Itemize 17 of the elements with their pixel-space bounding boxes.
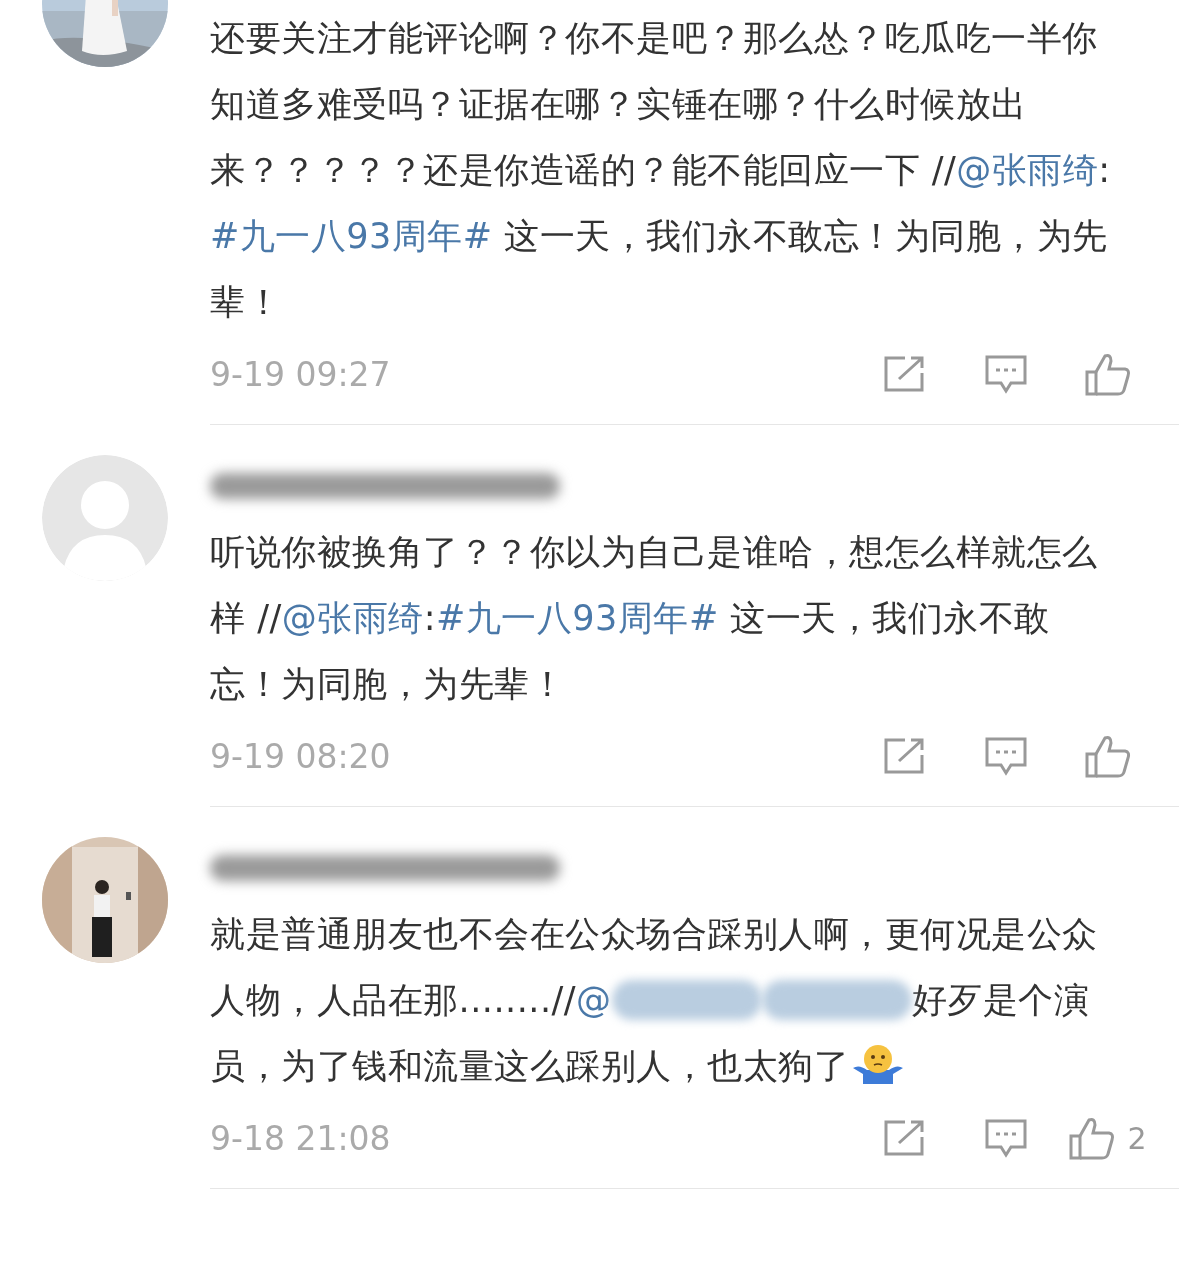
thumbs-up-icon xyxy=(1069,1116,1116,1160)
default-avatar-icon xyxy=(42,455,168,581)
comment-text: 还要关注才能评论啊？你不是吧？那么怂？吃瓜吃一半你知道多难受吗？证据在哪？实锤在哪？什么时候放出来？？？？？还是你造谣的？能不能回应一下 //@张雨绮: #九一八93周年# 这一天，我们永不敢忘！为同胞，为先辈！ xyxy=(210,17,1112,324)
share-icon xyxy=(883,355,925,393)
comment-time: 9-18 21:08 xyxy=(210,1118,392,1158)
comment-time: 9-19 08:20 xyxy=(210,736,392,776)
comment-icon xyxy=(985,354,1027,394)
like-button[interactable]: 2 xyxy=(1057,1108,1159,1168)
comment-icon xyxy=(985,1118,1027,1158)
comment-icon xyxy=(985,736,1027,776)
thumbs-up-icon xyxy=(1085,352,1131,396)
comment-text: 就是普通朋友也不会在公众场合踩别人啊，更何况是公众人物，人品在那........//@ 好歹是个演员，为了钱和流量这么踩别人，也太狗了 xyxy=(210,913,1099,1088)
thumbs-up-icon xyxy=(1085,734,1131,778)
share-icon xyxy=(883,737,925,775)
comment-time: 9-19 09:27 xyxy=(210,354,392,394)
comment-text: 听说你被换角了？？你以为自己是谁哈，想怎么样就怎么样 //@张雨绮:#九一八93周年# 这一天，我们永不敢忘！为同胞，为先辈！ xyxy=(210,531,1099,706)
share-icon xyxy=(883,1119,925,1157)
